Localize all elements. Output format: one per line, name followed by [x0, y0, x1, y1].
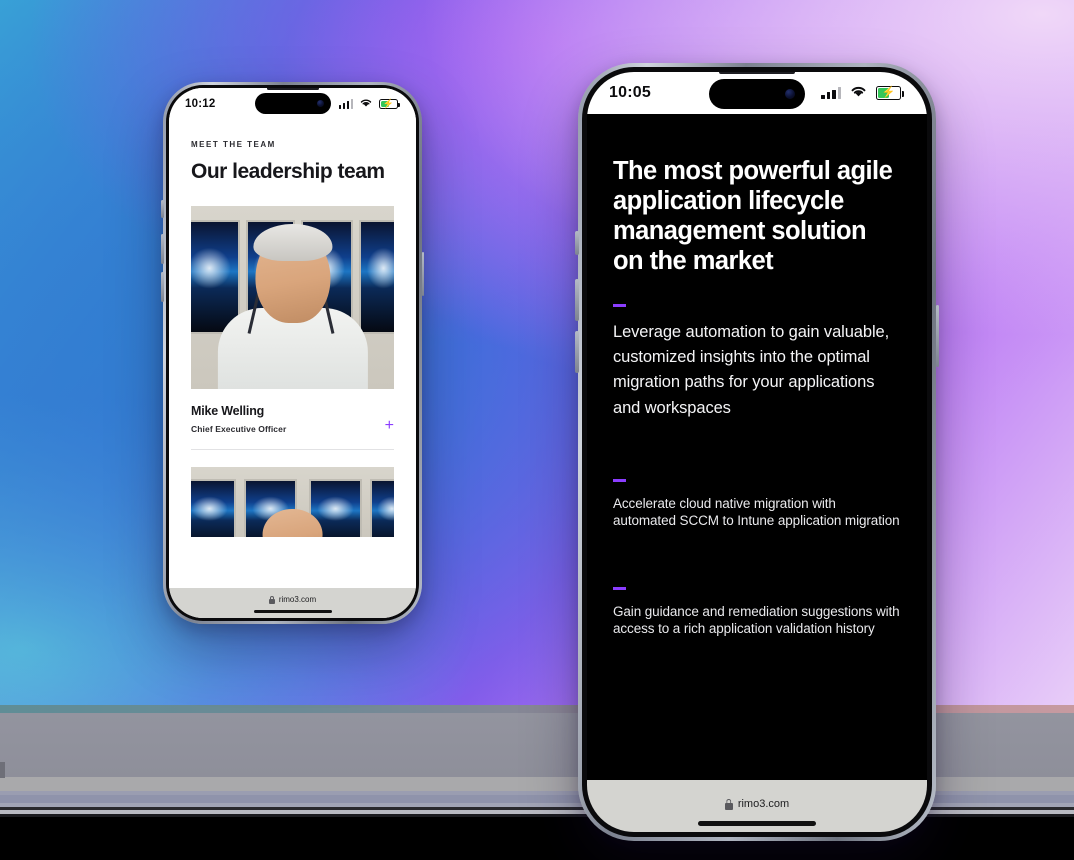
wifi-icon [849, 84, 868, 103]
marketing-page-content-right: The most powerful agile application life… [587, 114, 927, 780]
lock-icon [724, 798, 733, 810]
url-text: rimo3.com [737, 798, 790, 810]
phone-screen-left: 10:12 ⚡ MEET THE TEAM Our leadership tea… [169, 88, 416, 618]
wall-art-panel [369, 479, 394, 537]
status-time-left: 10:12 [185, 98, 216, 110]
wall-art-panel [191, 479, 236, 537]
url-row-right[interactable]: rimo3.com [724, 798, 790, 810]
status-bar-right: 10:05 ⚡ [587, 72, 927, 114]
front-camera-icon-right [785, 89, 795, 99]
dash-accent-icon [613, 304, 626, 308]
leadership-page-content-left: MEET THE TEAM Our leadership team Mike W… [169, 120, 416, 588]
dash-accent-icon [613, 586, 626, 590]
url-row-left[interactable]: rimo3.com [268, 595, 317, 604]
status-time-right: 10:05 [609, 84, 651, 101]
feature-block: Accelerate cloud native migration with a… [613, 478, 901, 529]
phone-mockup-right: 10:05 ⚡ The most powerful agile applicat… [575, 63, 939, 841]
feature-text: Accelerate cloud native migration with a… [613, 495, 900, 528]
volume-down-button-left[interactable] [161, 272, 164, 302]
wall-art-panel [191, 220, 240, 334]
browser-url-bar-left[interactable]: rimo3.com [169, 588, 416, 618]
earpiece-speaker-right [719, 72, 795, 74]
power-button-left[interactable] [421, 252, 424, 296]
status-indicators-right: ⚡ [819, 84, 904, 103]
status-indicators-left: ⚡ [337, 95, 400, 113]
plus-icon[interactable]: + [385, 417, 394, 434]
feature-block: Gain guidance and remediation suggestion… [613, 586, 901, 637]
hero-headline: The most powerful agile application life… [613, 157, 893, 276]
battery-charging-icon: ⚡ [876, 86, 904, 100]
lock-icon [268, 595, 275, 604]
wallpaper-scene: 10:12 ⚡ MEET THE TEAM Our leadership tea… [0, 0, 1074, 860]
phone-mockup-left: 10:12 ⚡ MEET THE TEAM Our leadership tea… [161, 82, 424, 624]
wall-art-panel [359, 220, 394, 334]
desk-left-notch [0, 762, 5, 778]
page-title: Our leadership team [191, 160, 385, 183]
volume-up-button-left[interactable] [161, 234, 164, 264]
cellular-bars-icon [819, 87, 841, 99]
dynamic-island-right [709, 79, 805, 109]
charging-bolt-icon: ⚡ [881, 86, 896, 99]
volume-up-button-right[interactable] [575, 279, 579, 321]
section-eyebrow: MEET THE TEAM [191, 140, 276, 149]
team-member-info: Mike Welling Chief Executive Officer [191, 404, 286, 434]
home-indicator-right[interactable] [698, 821, 816, 826]
browser-url-bar-right[interactable]: rimo3.com [587, 780, 927, 832]
front-camera-icon-left [316, 100, 324, 107]
home-indicator-left[interactable] [253, 610, 332, 613]
member-divider [191, 448, 394, 450]
charging-bolt-icon: ⚡ [382, 98, 395, 109]
battery-tip [901, 91, 904, 97]
battery-tip [398, 102, 400, 107]
cellular-bars-icon [337, 99, 353, 109]
earpiece-speaker-left [266, 88, 319, 90]
power-button-right[interactable] [935, 305, 939, 367]
feature-text: Gain guidance and remediation suggestion… [613, 603, 900, 637]
battery-charging-icon: ⚡ [379, 98, 400, 110]
team-member-photo [191, 205, 394, 389]
dash-accent-icon [613, 478, 626, 482]
mute-switch-right[interactable] [575, 231, 579, 255]
volume-down-button-right[interactable] [575, 331, 579, 373]
next-team-member-photo [191, 466, 394, 537]
mute-switch-left[interactable] [161, 200, 164, 218]
wifi-icon [359, 95, 373, 113]
feature-block: Leverage automation to gain valuable, cu… [613, 304, 901, 420]
feature-text: Leverage automation to gain valuable, cu… [613, 323, 890, 417]
phone-screen-right: 10:05 ⚡ The most powerful agile applicat… [587, 72, 927, 832]
member-role: Chief Executive Officer [191, 423, 287, 434]
url-text: rimo3.com [278, 595, 317, 604]
member-name: Mike Welling [191, 403, 265, 418]
team-member-row[interactable]: Mike Welling Chief Executive Officer + [191, 404, 394, 434]
status-bar-left: 10:12 ⚡ [169, 88, 416, 120]
dynamic-island-left [254, 93, 331, 114]
